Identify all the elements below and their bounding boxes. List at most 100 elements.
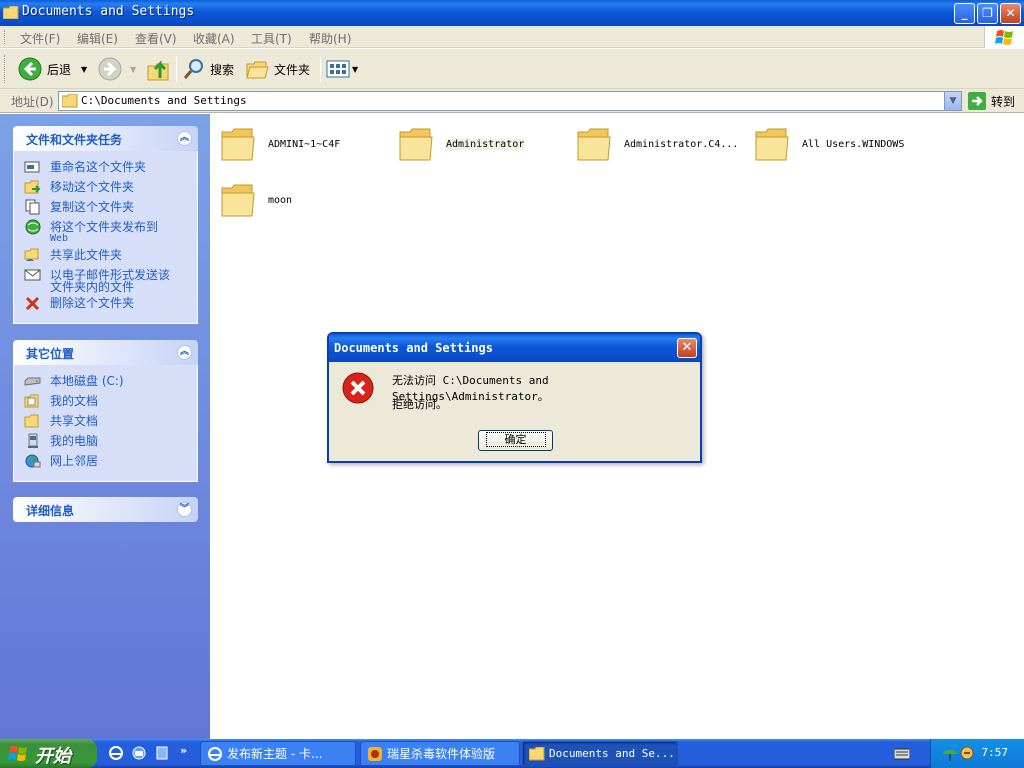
my-computer-icon (28, 433, 38, 448)
menu-help[interactable]: 帮助(H) (309, 30, 351, 47)
folder-item[interactable]: Administrator.C4... (576, 126, 738, 162)
details-header[interactable]: 详细信息 ︾ (13, 497, 198, 522)
address-input[interactable]: C:\Documents and Settings ▼ (58, 91, 962, 111)
menu-bar: 文件(F) 编辑(E) 查看(V) 收藏(A) 工具(T) 帮助(H) (0, 26, 1024, 48)
place-my-computer[interactable]: 我的电脑 (24, 433, 193, 453)
back-button[interactable]: 后退 ▼ (18, 55, 87, 83)
views-icon (326, 60, 350, 78)
go-button[interactable]: 转到 (968, 91, 1015, 111)
folder-icon (3, 6, 19, 19)
internet-explorer-icon (208, 746, 222, 761)
taskbar: 开始 » 发布新主题 - 卡... 瑞星杀毒软件体验版 Documents an… (0, 739, 1024, 768)
folder-name: Administrator.C4... (624, 138, 739, 150)
delete-icon (25, 296, 40, 311)
toolbar-separator (176, 56, 177, 82)
place-my-documents[interactable]: 我的文档 (24, 393, 193, 413)
collapse-chevron-icon[interactable]: ︽ (177, 345, 192, 360)
menu-edit[interactable]: 编辑(E) (77, 30, 118, 47)
task-publish-web[interactable]: 将这个文件夹发布到 Web (24, 219, 193, 247)
start-label: 开始 (35, 746, 71, 767)
collapse-chevron-icon[interactable]: ︽ (177, 131, 192, 146)
place-network-places[interactable]: 网上邻居 (24, 453, 193, 473)
windows-logo (984, 26, 1024, 48)
share-icon (24, 248, 39, 261)
restore-button[interactable]: ❐ (977, 3, 998, 24)
close-button[interactable]: ✕ (1000, 3, 1021, 24)
folder-item[interactable]: Administrator (398, 126, 525, 162)
taskbar-task-rising-antivirus[interactable]: 瑞星杀毒软件体验版 (360, 741, 520, 766)
forward-button[interactable]: ▼ (98, 55, 136, 83)
publish-web-icon (25, 219, 41, 235)
folder-icon (529, 746, 545, 760)
forward-dropdown-icon[interactable]: ▼ (130, 65, 136, 74)
views-dropdown-icon[interactable]: ▼ (352, 65, 358, 74)
other-places-panel: 其它位置 ︽ 本地磁盘 (C:) 我的文档 共享文档 我的电脑 网上邻居 (13, 340, 198, 482)
taskbar-task-documents[interactable]: Documents and Se... (522, 741, 678, 766)
windows-flag-icon (8, 746, 27, 761)
folder-item[interactable]: All Users.WINDOWS (754, 126, 904, 162)
task-delete-folder[interactable]: 删除这个文件夹 (24, 295, 193, 315)
local-disk-icon (24, 377, 41, 386)
views-button[interactable]: ▼ (326, 55, 358, 83)
go-label: 转到 (991, 94, 1016, 109)
task-email-files[interactable]: 以电子邮件形式发送该 文件夹内的文件 (24, 267, 193, 295)
start-button[interactable]: 开始 (0, 739, 97, 768)
folder-icon (221, 128, 255, 161)
search-icon (183, 59, 203, 79)
folder-name: ADMINI~1~C4F (268, 138, 341, 150)
keyboard-icon[interactable] (894, 747, 910, 761)
task-share-folder[interactable]: 共享此文件夹 (24, 247, 193, 267)
folder-item[interactable]: moon (220, 182, 292, 218)
back-dropdown-icon[interactable]: ▼ (81, 65, 87, 74)
address-dropdown-icon[interactable]: ▼ (944, 92, 961, 110)
clock[interactable]: 7:57 (982, 746, 1009, 759)
search-button[interactable]: 搜索 (182, 55, 234, 83)
other-places-header[interactable]: 其它位置 ︽ (13, 340, 198, 365)
up-folder-icon (147, 60, 169, 81)
other-places-title: 其它位置 (26, 347, 75, 361)
menu-favorites[interactable]: 收藏(A) (193, 30, 235, 47)
folder-icon (755, 128, 789, 161)
menu-view[interactable]: 查看(V) (135, 30, 177, 47)
folder-icon (62, 94, 78, 108)
dialog-close-button[interactable]: ✕ (677, 338, 697, 358)
back-label: 后退 (47, 62, 72, 77)
umbrella-icon[interactable] (941, 745, 959, 763)
dialog-title-bar[interactable]: Documents and Settings ✕ (329, 334, 700, 362)
up-folder-button[interactable] (146, 55, 172, 83)
address-label: 地址(D) (11, 95, 54, 109)
place-shared-documents[interactable]: 共享文档 (24, 413, 193, 433)
task-copy-folder[interactable]: 复制这个文件夹 (24, 199, 193, 219)
task-move-folder[interactable]: 移动这个文件夹 (24, 179, 193, 199)
menu-grip (4, 30, 7, 44)
place-local-disk[interactable]: 本地磁盘 (C:) (24, 373, 193, 393)
antivirus-tray-icon[interactable] (959, 745, 975, 761)
task-rename-folder[interactable]: 重命名这个文件夹 (24, 159, 193, 179)
folder-name: All Users.WINDOWS (802, 138, 905, 150)
details-panel: 详细信息 ︾ (13, 497, 198, 522)
window-title-bar[interactable]: Documents and Settings _ ❐ ✕ (0, 0, 1024, 26)
rising-antivirus-icon (368, 746, 382, 761)
internet-explorer-icon[interactable] (108, 745, 124, 761)
folder-item[interactable]: ADMINI~1~C4F (220, 126, 340, 162)
dialog-message-detail: 拒绝访问。 (392, 398, 447, 411)
menu-file[interactable]: 文件(F) (20, 30, 60, 47)
expand-chevron-icon[interactable]: ︾ (177, 502, 192, 517)
error-icon (342, 372, 374, 404)
task-pane: 文件和文件夹任务 ︽ 重命名这个文件夹 移动这个文件夹 复制这个文件夹 将这个文… (0, 114, 210, 739)
folder-name: moon (268, 194, 293, 206)
folder-icon (577, 128, 611, 161)
taskbar-task-forum[interactable]: 发布新主题 - 卡... (200, 741, 356, 766)
menu-tools[interactable]: 工具(T) (251, 30, 292, 47)
quicklaunch-overflow-icon[interactable]: » (180, 744, 187, 757)
toolbar-grip (4, 55, 7, 83)
file-folder-tasks-header[interactable]: 文件和文件夹任务 ︽ (13, 126, 198, 151)
folders-button[interactable]: 文件夹 (246, 55, 310, 83)
outlook-express-icon[interactable] (131, 745, 147, 761)
folder-name: Administrator (446, 138, 525, 150)
standard-toolbar: 后退 ▼ ▼ 搜索 文件夹 ▼ (0, 49, 1024, 89)
minimize-button[interactable]: _ (954, 3, 975, 24)
show-desktop-icon[interactable] (154, 745, 170, 761)
ok-button[interactable]: 确定 (478, 430, 553, 451)
back-arrow-icon (18, 57, 42, 81)
